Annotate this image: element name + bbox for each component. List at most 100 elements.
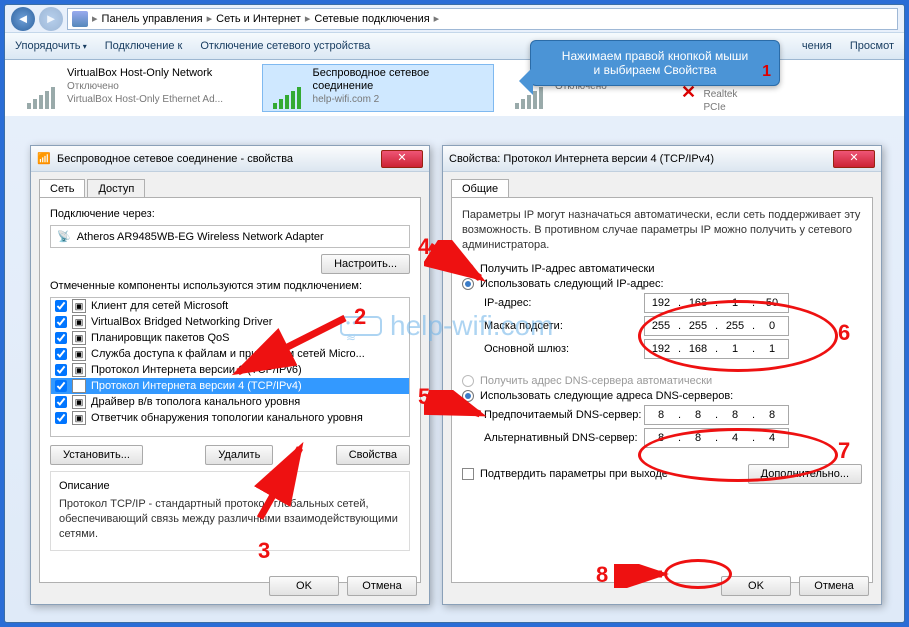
chk-5[interactable] <box>55 380 67 392</box>
connection-item-1[interactable]: VirtualBox Host-Only Network Отключено V… <box>19 67 249 109</box>
ip-field[interactable]: 192.168.1.50 <box>644 293 789 313</box>
nav-back-icon[interactable]: ◄ <box>11 7 35 31</box>
manual-dns-label: Использовать следующие адреса DNS-сервер… <box>480 390 733 402</box>
configure-button[interactable]: Настроить... <box>321 254 410 274</box>
tab-general[interactable]: Общие <box>451 179 509 198</box>
radio-manual-ip[interactable] <box>462 278 474 290</box>
mask-field[interactable]: 255.255.255.0 <box>644 316 789 336</box>
intro-text: Параметры IP могут назначаться автоматич… <box>462 208 862 253</box>
annot-5: 5 <box>418 384 430 410</box>
cancel-button[interactable]: Отмена <box>347 576 417 596</box>
annot-3: 3 <box>258 538 270 564</box>
tab-access[interactable]: Доступ <box>87 179 145 198</box>
ok-button-ipv4[interactable]: OK <box>721 576 791 596</box>
advanced-button[interactable]: Дополнительно... <box>748 464 862 484</box>
disconnect-device[interactable]: Отключение сетевого устройства <box>200 40 370 52</box>
chk-2[interactable] <box>55 332 67 344</box>
network-icon <box>19 67 61 109</box>
nav-fwd-icon: ► <box>39 7 63 31</box>
component-icon: ▣ <box>72 363 86 377</box>
chk-6[interactable] <box>55 396 67 408</box>
components-label: Отмеченные компоненты используются этим … <box>50 280 410 292</box>
tab-network[interactable]: Сеть <box>39 179 85 198</box>
crumb-root[interactable]: Панель управления <box>102 13 203 25</box>
gw-label: Основной шлюз: <box>484 343 644 355</box>
uninstall-button[interactable]: Удалить <box>205 445 273 465</box>
comp-4[interactable]: Протокол Интернета версии 6 (TCP/IPv6) <box>91 364 302 376</box>
chk-0[interactable] <box>55 300 67 312</box>
annot-6: 6 <box>838 320 850 346</box>
properties-button[interactable]: Свойства <box>336 445 410 465</box>
auto-dns-label: Получить адрес DNS-сервера автоматически <box>480 375 712 387</box>
crumb-l3[interactable]: Сетевые подключения <box>314 13 429 25</box>
annot-2: 2 <box>354 304 366 330</box>
chk-7[interactable] <box>55 412 67 424</box>
dns1-label: Предпочитаемый DNS-сервер: <box>484 409 644 421</box>
menu-trunc1[interactable]: чения <box>802 40 832 52</box>
callout-line2: и выбираем Свойства <box>541 63 769 77</box>
component-icon: ▣ <box>72 315 86 329</box>
cancel-button-ipv4[interactable]: Отмена <box>799 576 869 596</box>
ip-label: IP-адрес: <box>484 297 644 309</box>
comp-7[interactable]: Ответчик обнаружения топологии канальног… <box>91 412 363 424</box>
wifi-icon <box>265 67 307 109</box>
gw-field[interactable]: 192.168.1.1 <box>644 339 789 359</box>
conn2-name: Беспроводное сетевое соединение <box>313 67 430 92</box>
comp-5[interactable]: Протокол Интернета версии 4 (TCP/IPv4) <box>91 380 302 392</box>
annot-4: 4 <box>418 234 430 260</box>
confirm-checkbox[interactable] <box>462 468 474 480</box>
component-icon: ▣ <box>72 379 86 393</box>
chk-3[interactable] <box>55 348 67 360</box>
comp-0[interactable]: Клиент для сетей Microsoft <box>91 300 228 312</box>
conn4-dev: Realtek PCIe <box>704 89 738 113</box>
auto-ip-label: Получить IP-адрес автоматически <box>480 263 654 275</box>
ipv4-properties-dialog: Свойства: Протокол Интернета версии 4 (T… <box>442 145 882 605</box>
manual-ip-label: Использовать следующий IP-адрес: <box>480 278 664 290</box>
annot-8: 8 <box>596 562 608 588</box>
conn1-name: VirtualBox Host-Only Network <box>67 67 212 79</box>
dns1-field[interactable]: 8.8.8.8 <box>644 405 789 425</box>
chk-1[interactable] <box>55 316 67 328</box>
dns2-field[interactable]: 8.8.4.4 <box>644 428 789 448</box>
dlg1-title: Беспроводное сетевое соединение - свойст… <box>57 153 293 165</box>
component-icon: ▣ <box>72 395 86 409</box>
component-icon: ▣ <box>72 411 86 425</box>
crumb-l2[interactable]: Сеть и Интернет <box>216 13 301 25</box>
annot-7: 7 <box>838 438 850 464</box>
comp-1[interactable]: VirtualBox Bridged Networking Driver <box>91 316 272 328</box>
comp-2[interactable]: Планировщик пакетов QoS <box>91 332 230 344</box>
properties-dialog: 📶 Беспроводное сетевое соединение - свой… <box>30 145 430 605</box>
conn2-status: help-wifi.com 2 <box>313 94 380 105</box>
comp-6[interactable]: Драйвер в/в тополога канального уровня <box>91 396 300 408</box>
close-button[interactable]: ✕ <box>833 150 875 168</box>
connect-to[interactable]: Подключение к <box>105 40 183 52</box>
chk-4[interactable] <box>55 364 67 376</box>
connection-item-2[interactable]: Беспроводное сетевое соединение help-wif… <box>263 65 493 111</box>
radio-auto-ip[interactable] <box>462 263 474 275</box>
mask-label: Маска подсети: <box>484 320 644 332</box>
connect-via-label: Подключение через: <box>50 208 410 220</box>
radio-manual-dns[interactable] <box>462 390 474 402</box>
desc-text: Протокол TCP/IP - стандартный протокол г… <box>59 497 401 542</box>
radio-auto-dns <box>462 375 474 387</box>
desc-title: Описание <box>59 480 401 492</box>
comp-3[interactable]: Служба доступа к файлам и принтерам сете… <box>91 348 365 360</box>
menu-trunc2[interactable]: Просмот <box>850 40 894 52</box>
callout-line1: Нажимаем правой кнопкой мыши <box>541 49 769 63</box>
adapter-icon: 📡 <box>57 230 71 243</box>
dlg2-title: Свойства: Протокол Интернета версии 4 (T… <box>449 153 714 165</box>
component-icon: ▣ <box>72 299 86 313</box>
confirm-label: Подтвердить параметры при выходе <box>480 468 668 480</box>
ok-button[interactable]: OK <box>269 576 339 596</box>
adapter-field: 📡 Atheros AR9485WB-EG Wireless Network A… <box>50 225 410 248</box>
close-button[interactable]: ✕ <box>381 150 423 168</box>
install-button[interactable]: Установить... <box>50 445 143 465</box>
organize-menu[interactable]: Упорядочить <box>15 40 87 52</box>
callout-num: 1 <box>762 63 771 81</box>
adapter-name: Atheros AR9485WB-EG Wireless Network Ada… <box>77 231 324 243</box>
component-icon: ▣ <box>72 347 86 361</box>
dns2-label: Альтернативный DNS-сервер: <box>484 432 644 444</box>
address-bar[interactable]: ▸ Панель управления ▸ Сеть и Интернет ▸ … <box>67 8 898 30</box>
wifi-small-icon: 📶 <box>37 152 51 166</box>
conn1-status: Отключено <box>67 81 119 92</box>
